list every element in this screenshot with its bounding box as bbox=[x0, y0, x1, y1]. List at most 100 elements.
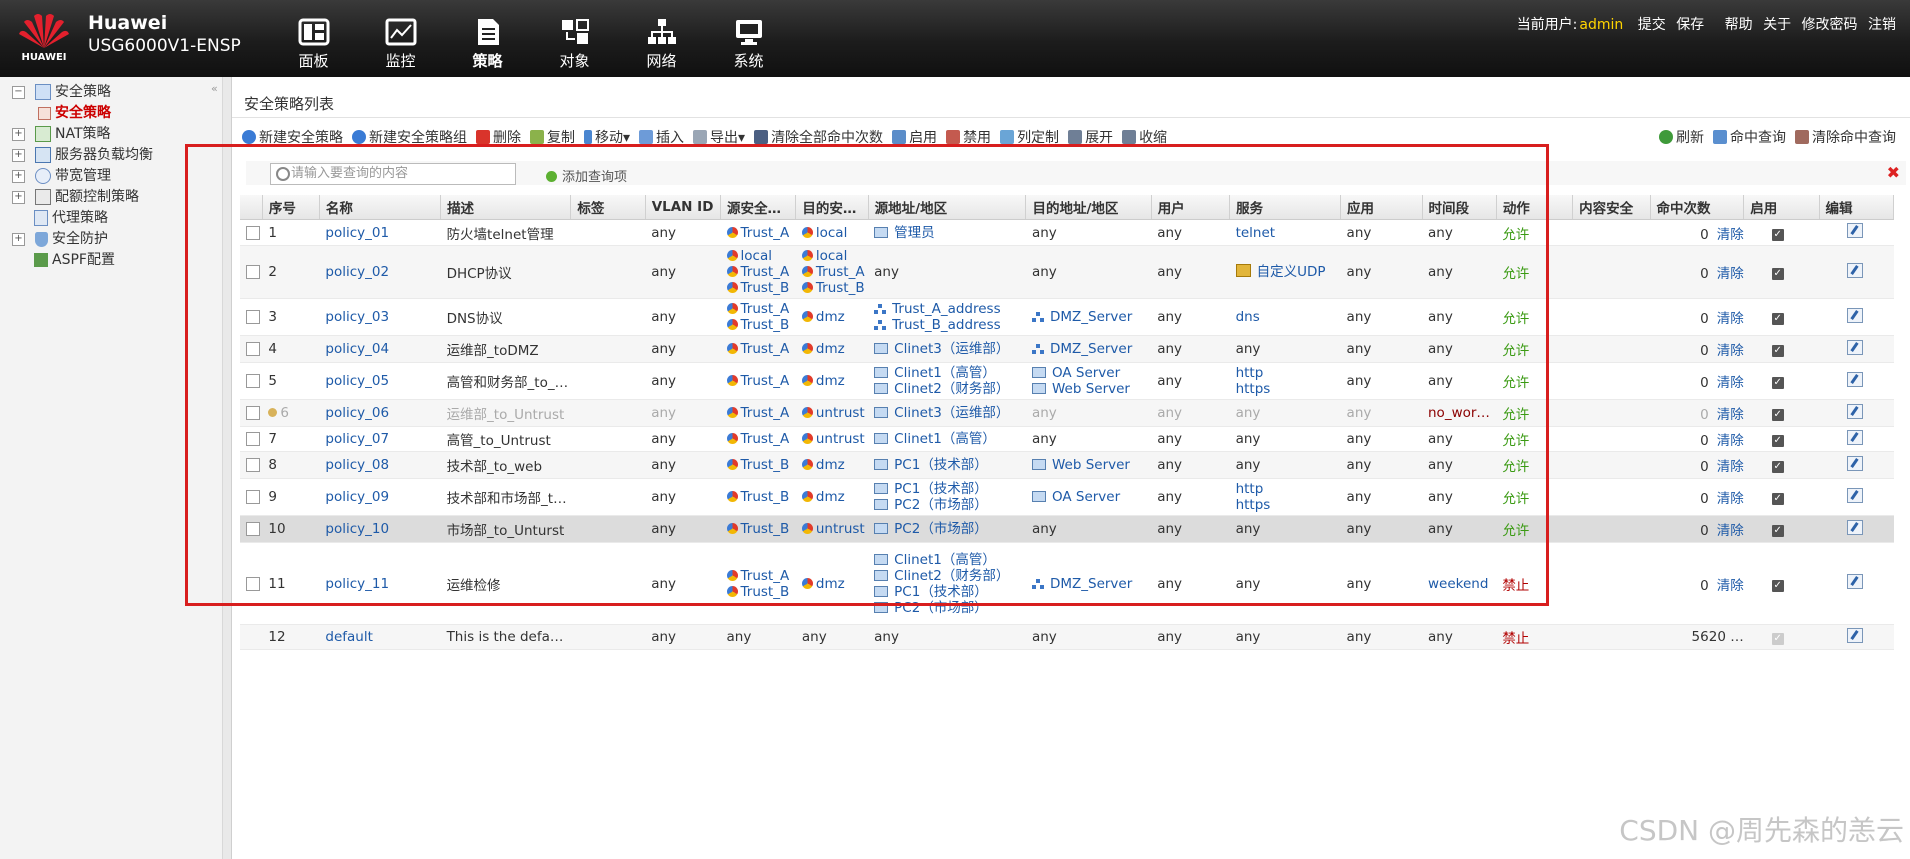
logout-link[interactable]: 注销 bbox=[1868, 17, 1896, 33]
clear-hits-link[interactable]: 清除 bbox=[1717, 343, 1744, 359]
table-row[interactable]: 3 policy_03 DNS协议 any Trust_A Trust_B dmz Trust… bbox=[240, 298, 1894, 336]
cell-link[interactable]: 自定义UDP bbox=[1257, 264, 1326, 280]
cell-link[interactable]: DMZ_Server bbox=[1050, 309, 1132, 325]
cell-link[interactable]: http bbox=[1236, 481, 1264, 497]
column-header[interactable]: 描述 bbox=[440, 195, 572, 220]
policy-name-link[interactable]: policy_11 bbox=[325, 576, 389, 592]
cell-link[interactable]: Trust_A bbox=[741, 225, 790, 241]
about-link[interactable]: 关于 bbox=[1763, 17, 1791, 33]
column-header[interactable]: 动作 bbox=[1496, 195, 1574, 220]
help-link[interactable]: 帮助 bbox=[1725, 17, 1753, 33]
row-checkbox[interactable] bbox=[246, 265, 260, 279]
clear-hits-link[interactable]: 清除 bbox=[1717, 459, 1744, 475]
policy-name-link[interactable]: policy_05 bbox=[325, 373, 389, 389]
clear-hits-link[interactable]: 清除 bbox=[1717, 311, 1744, 327]
cell-link[interactable]: DMZ_Server bbox=[1050, 576, 1132, 592]
edit-icon[interactable] bbox=[1847, 487, 1864, 503]
cell-link[interactable]: local bbox=[816, 225, 847, 241]
column-header[interactable]: VLAN ID bbox=[645, 195, 722, 220]
delete-button[interactable]: 删除 bbox=[476, 127, 521, 147]
nav-network[interactable]: 网络 bbox=[618, 10, 705, 71]
policy-name-link[interactable]: policy_07 bbox=[325, 431, 389, 447]
enabled-checkbox[interactable]: ✓ bbox=[1771, 345, 1784, 357]
expand-toggle[interactable]: + bbox=[12, 190, 25, 204]
column-header[interactable]: 内容安全 bbox=[1572, 195, 1651, 220]
cell-link[interactable]: OA Server bbox=[1052, 365, 1120, 381]
cell-link[interactable]: Trust_B bbox=[741, 584, 790, 600]
clear-hits-link[interactable]: 清除 bbox=[1717, 433, 1744, 449]
table-row[interactable]: 9 policy_09 技术部和市场部_t… any Trust_B dmz PC1（技术部… bbox=[240, 478, 1894, 516]
column-header[interactable]: 源地址/地区 bbox=[868, 195, 1027, 220]
expand-toggle[interactable]: + bbox=[12, 169, 25, 183]
clear-all-hits-button[interactable]: 清除全部命中次数 bbox=[754, 127, 883, 147]
policy-name-link[interactable]: policy_08 bbox=[325, 457, 389, 473]
enabled-checkbox[interactable]: ✓ bbox=[1771, 377, 1784, 389]
collapse-toggle[interactable]: − bbox=[12, 85, 25, 99]
cell-link[interactable]: Trust_A bbox=[741, 431, 790, 447]
sidebar-item-quota[interactable]: + 配额控制策略 bbox=[12, 186, 139, 208]
edit-icon[interactable] bbox=[1847, 455, 1864, 471]
enable-button[interactable]: 启用 bbox=[892, 127, 937, 147]
cell-link[interactable]: Clinet3（运维部） bbox=[894, 405, 1009, 421]
row-checkbox[interactable] bbox=[246, 374, 260, 388]
cell-link[interactable]: local bbox=[816, 248, 847, 264]
edit-icon[interactable] bbox=[1847, 339, 1864, 355]
cell-link[interactable]: Trust_A bbox=[741, 373, 790, 389]
cell-link[interactable]: PC1（技术部） bbox=[894, 481, 988, 497]
cell-link[interactable]: Trust_B bbox=[741, 489, 790, 505]
policy-name-link[interactable]: policy_06 bbox=[325, 405, 389, 421]
edit-icon[interactable] bbox=[1847, 627, 1864, 643]
hit-query-button[interactable]: 命中查询 bbox=[1713, 127, 1786, 147]
cell-link[interactable]: dmz bbox=[816, 576, 845, 592]
enabled-checkbox[interactable]: ✓ bbox=[1771, 493, 1784, 505]
cell-link[interactable]: Clinet2（财务部） bbox=[894, 381, 1009, 397]
table-row[interactable]: 1 policy_01 防火墙telnet管理 any Trust_A local 管理员 a… bbox=[240, 219, 1894, 246]
commit-link[interactable]: 提交 bbox=[1638, 17, 1666, 33]
cell-link[interactable]: Clinet1（高管） bbox=[894, 431, 996, 447]
cell-link[interactable]: Trust_A bbox=[741, 264, 790, 280]
enabled-checkbox[interactable]: ✓ bbox=[1771, 268, 1784, 280]
cell-link[interactable]: Trust_B bbox=[741, 521, 790, 537]
panel-splitter[interactable] bbox=[223, 77, 232, 859]
enabled-checkbox[interactable]: ✓ bbox=[1771, 228, 1784, 241]
cell-link[interactable]: dmz bbox=[816, 341, 845, 357]
sidebar-item-security-policy[interactable]: − 安全策略 bbox=[12, 81, 111, 103]
disable-button[interactable]: 禁用 bbox=[946, 127, 991, 147]
edit-icon[interactable] bbox=[1847, 519, 1864, 535]
clear-hits-link[interactable]: 清除 bbox=[1717, 407, 1744, 423]
cell-link[interactable]: Clinet2（财务部） bbox=[894, 568, 1009, 584]
enabled-checkbox[interactable]: ✓ bbox=[1771, 435, 1784, 447]
policy-name-link[interactable]: policy_03 bbox=[325, 309, 389, 325]
policy-name-link[interactable]: default bbox=[325, 629, 373, 645]
policy-name-link[interactable]: policy_10 bbox=[325, 521, 389, 537]
edit-icon[interactable] bbox=[1847, 307, 1864, 323]
sidebar-item-protection[interactable]: + 安全防护 bbox=[12, 228, 108, 250]
column-header[interactable]: 编辑 bbox=[1819, 195, 1895, 220]
column-header[interactable]: 用户 bbox=[1151, 195, 1231, 220]
column-customize-button[interactable]: 列定制 bbox=[1000, 127, 1059, 147]
column-header[interactable]: 应用 bbox=[1340, 195, 1423, 220]
expand-toggle[interactable]: + bbox=[12, 127, 25, 141]
cell-link[interactable]: Trust_B bbox=[741, 317, 790, 333]
column-header[interactable]: 服务 bbox=[1229, 195, 1342, 220]
table-row[interactable]: 8 policy_08 技术部_to_web any Trust_B dmz PC1（技术部… bbox=[240, 451, 1894, 479]
enabled-checkbox[interactable]: ✓ bbox=[1771, 579, 1784, 592]
clear-hits-link[interactable]: 清除 bbox=[1717, 266, 1744, 282]
enabled-checkbox[interactable]: ✓ bbox=[1771, 313, 1784, 325]
column-header[interactable]: 标签 bbox=[570, 195, 646, 220]
edit-icon[interactable] bbox=[1847, 262, 1864, 278]
nav-policy[interactable]: 策略 bbox=[444, 10, 531, 71]
cell-link[interactable]: OA Server bbox=[1052, 489, 1120, 505]
cell-link[interactable]: Web Server bbox=[1052, 457, 1130, 473]
column-header[interactable]: 时间段 bbox=[1422, 195, 1497, 220]
refresh-button[interactable]: 刷新 bbox=[1659, 127, 1704, 147]
clear-hits-link[interactable]: 清除 bbox=[1717, 491, 1744, 507]
cell-link[interactable]: untrust bbox=[816, 521, 865, 537]
cell-link[interactable]: dmz bbox=[816, 373, 845, 389]
time-range-link[interactable]: weekend bbox=[1428, 576, 1488, 592]
enabled-checkbox[interactable]: ✓ bbox=[1771, 409, 1784, 421]
insert-button[interactable]: 插入 bbox=[639, 127, 684, 147]
copy-button[interactable]: 复制 bbox=[530, 127, 575, 147]
search-input[interactable]: 请输入要查询的内容 bbox=[270, 163, 516, 185]
move-button[interactable]: 移动▾ bbox=[584, 127, 630, 147]
